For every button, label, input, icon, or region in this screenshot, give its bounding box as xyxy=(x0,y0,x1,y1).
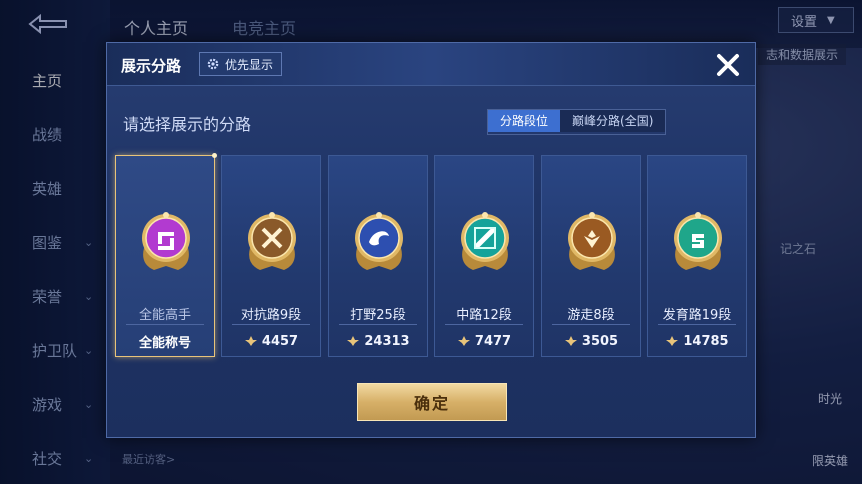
rank-score: 7477 xyxy=(435,331,533,351)
card-divider xyxy=(552,324,630,325)
rank-score: 4457 xyxy=(222,331,320,351)
rank-badge-icon xyxy=(461,212,509,270)
rank-badge-icon xyxy=(248,212,296,270)
rank-name: 游走8段 xyxy=(567,308,615,323)
lane-card[interactable]: 对抗路9段 4457 xyxy=(221,155,321,357)
gear-icon xyxy=(207,58,219,70)
priority-display-button[interactable]: 优先显示 xyxy=(199,52,283,76)
rank-badge-icon xyxy=(355,212,403,270)
lane-card[interactable]: 中路12段 7477 xyxy=(434,155,534,357)
rank-score-value: 14785 xyxy=(683,333,729,349)
lane-card[interactable]: 游走8段 3505 xyxy=(541,155,641,357)
rank-badge-icon xyxy=(568,212,616,270)
card-divider xyxy=(232,324,310,325)
priority-display-label: 优先显示 xyxy=(225,57,274,72)
segment-lane-rank[interactable]: 分路段位 xyxy=(488,110,561,132)
rank-badge-icon xyxy=(674,212,722,270)
rank-score: 24313 xyxy=(329,331,427,351)
rank-score-value: 24313 xyxy=(364,333,410,349)
dialog-header: 展示分路 优先显示 xyxy=(107,43,755,86)
close-icon[interactable] xyxy=(714,51,742,79)
segment-peak-lane[interactable]: 巅峰分路(全国) xyxy=(560,110,666,132)
card-divider xyxy=(445,324,523,325)
dialog-title: 展示分路 xyxy=(121,57,182,75)
rank-score: 14785 xyxy=(648,331,746,351)
card-divider xyxy=(126,324,204,325)
star-points-icon xyxy=(457,336,470,346)
card-divider xyxy=(339,324,417,325)
rank-name: 中路12段 xyxy=(456,308,512,323)
rank-name: 发育路19段 xyxy=(662,308,732,323)
lane-cards: 全能高手 全能称号 对抗路9段 4457 打野25段 24313 中路12段 7477 游走8段… xyxy=(115,153,749,361)
card-divider xyxy=(658,324,736,325)
lane-card[interactable]: 发育路19段 14785 xyxy=(647,155,747,357)
rank-score-value: 7477 xyxy=(474,333,512,349)
lane-card[interactable]: 全能高手 全能称号 xyxy=(115,153,217,357)
rank-score-value: 4457 xyxy=(261,333,299,349)
confirm-button[interactable]: 确定 xyxy=(357,383,507,421)
rank-score-value: 3505 xyxy=(581,333,619,349)
rank-name: 对抗路9段 xyxy=(240,308,302,323)
rank-name: 打野25段 xyxy=(350,308,406,323)
star-points-icon xyxy=(244,336,257,346)
rank-badge-icon xyxy=(142,212,190,270)
star-points-icon xyxy=(564,336,577,346)
star-points-icon xyxy=(666,336,679,346)
segment-control: 分路段位 巅峰分路(全国) xyxy=(487,109,667,135)
lane-display-dialog: 展示分路 优先显示 请选择展示的分路 分路段位 巅峰分路(全国) 全能高手全能称… xyxy=(106,42,756,438)
rank-name: 全能高手 xyxy=(138,308,191,323)
dialog-subtitle: 请选择展示的分路 xyxy=(123,115,252,134)
lane-card[interactable]: 打野25段 24313 xyxy=(328,155,428,357)
star-points-icon xyxy=(347,336,360,346)
all-round-title-label: 全能称号 xyxy=(138,336,191,351)
selected-corner-marker xyxy=(212,153,217,158)
rank-score: 3505 xyxy=(542,331,640,351)
